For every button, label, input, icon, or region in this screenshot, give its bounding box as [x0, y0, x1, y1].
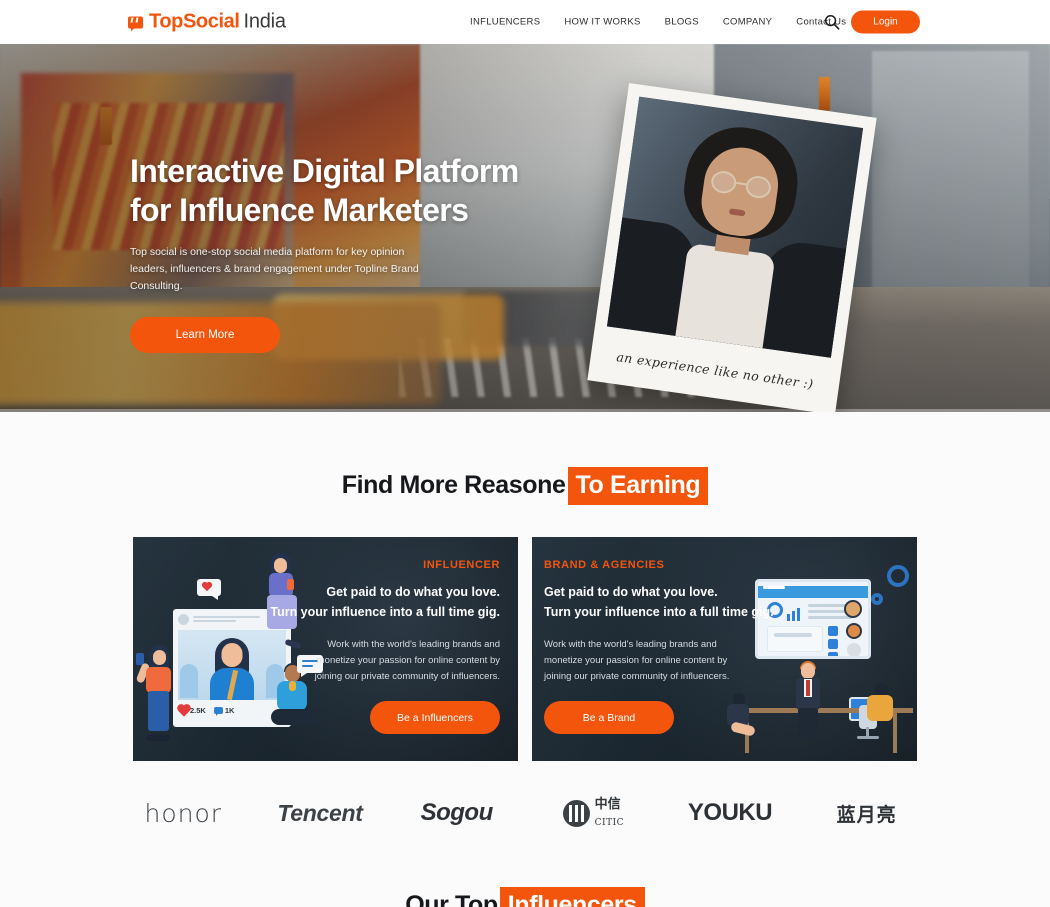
learn-more-button[interactable]: Learn More [130, 317, 280, 354]
influencer-heading-line2: Turn your influence into a full time gig… [270, 605, 500, 620]
citic-mark-icon [562, 799, 590, 827]
logo-suffix-text: India [243, 10, 286, 33]
reasons-title: Find More Reasone To Earning [0, 467, 1050, 505]
heart-icon [178, 704, 190, 717]
be-an-influencer-button[interactable]: Be a Influencers [370, 701, 500, 734]
illustration-person-left [725, 693, 759, 739]
illustration-person-at-desk [857, 683, 903, 739]
influencer-card[interactable]: 2.5K 1K INFLUENCER Get paid to do what y… [133, 537, 518, 761]
brand-card[interactable]: BRAND & AGENCIES Get paid to do what you… [532, 537, 917, 761]
speech-bubble-icon [128, 16, 143, 31]
top-influencers-title-plain: Our Top [405, 891, 498, 907]
brand-card-text: BRAND & AGENCIES Get paid to do what you… [532, 559, 917, 685]
brand-logos-row: honor Tencent Sogou 中信 CITIC YOUKU 蓝月亮 [0, 789, 1050, 837]
brand-logo-bluemoon-text: 蓝月亮 [836, 803, 897, 826]
influencer-card-heading: Get paid to do what you love. Turn your … [149, 582, 500, 623]
be-a-brand-button[interactable]: Be a Brand [544, 701, 674, 734]
site-header: TopSocial India INFLUENCERS HOW IT WORKS… [0, 0, 1050, 44]
influencer-card-text: INFLUENCER Get paid to do what you love.… [133, 559, 518, 685]
brand-logo-citic-cn: 中信 [594, 797, 621, 813]
brand-logo-honor: honor [115, 789, 252, 837]
brand-logo-sogou: Sogou [388, 789, 525, 837]
influencer-card-kicker: INFLUENCER [423, 559, 500, 571]
site-logo[interactable]: TopSocial India [128, 11, 286, 34]
nav-item-blogs[interactable]: BLOGS [665, 17, 699, 28]
hero-title-line2: for Influence Marketers [130, 192, 469, 229]
nav-item-influencers[interactable]: INFLUENCERS [470, 17, 540, 28]
hero-title-line1: Interactive Digital Platform [130, 153, 519, 189]
post-comments: 1K [213, 706, 235, 716]
post-likes-count: 2.5K [190, 706, 206, 715]
brand-heading-line1: Get paid to do what you love. [544, 585, 718, 599]
brand-logo-sogou-text: Sogou [420, 799, 494, 826]
search-icon[interactable] [822, 12, 842, 32]
hero-content: Interactive Digital Platform for Influen… [130, 152, 550, 354]
reasons-title-highlight: To Earning [567, 467, 709, 505]
page-root: TopSocial India INFLUENCERS HOW IT WORKS… [0, 0, 1050, 907]
brand-logo-citic-en: CITIC [594, 818, 625, 828]
reasons-title-plain: Find More Reasone [341, 471, 566, 499]
brand-logo-youku: YOUKU [662, 789, 799, 837]
nav-item-how-it-works[interactable]: HOW IT WORKS [564, 17, 640, 28]
post-likes: 2.5K [178, 704, 206, 717]
brand-card-body: Work with the world's leading brands and… [544, 638, 730, 683]
nav-item-company[interactable]: COMPANY [723, 17, 772, 28]
reason-cards: 2.5K 1K INFLUENCER Get paid to do what y… [0, 537, 1050, 761]
brand-logo-tencent: Tencent [252, 789, 389, 837]
hero-polaroid-card: an experience like no other :) [587, 83, 877, 412]
brand-logo-tencent-text: Tencent [277, 799, 363, 826]
logo-brand-text: TopSocial [149, 10, 240, 33]
brand-logo-citic: 中信 CITIC [525, 789, 662, 837]
post-comments-count: 1K [224, 706, 235, 715]
brand-card-kicker: BRAND & AGENCIES [544, 559, 665, 571]
login-button[interactable]: Login [851, 10, 920, 34]
hero-section: Interactive Digital Platform for Influen… [0, 44, 1050, 412]
main-navigation: INFLUENCERS HOW IT WORKS BLOGS COMPANY C… [470, 17, 846, 28]
top-influencers-title: Our Top Influencers [0, 887, 1050, 907]
top-influencers-section: Our Top Influencers [0, 887, 1050, 907]
influencer-heading-line1: Get paid to do what you love. [326, 585, 500, 599]
brand-card-heading: Get paid to do what you love. Turn your … [544, 582, 901, 623]
reasons-section: Find More Reasone To Earning 2.5K 1K INF… [0, 467, 1050, 761]
hero-title: Interactive Digital Platform for Influen… [130, 152, 550, 230]
polaroid-portrait-photo [607, 96, 864, 358]
influencer-card-body: Work with the world's leading brands and… [314, 638, 500, 683]
brand-heading-line2: Turn your influence into a full time gig… [544, 605, 774, 620]
comment-bubble-icon [213, 707, 223, 716]
hero-subtitle: Top social is one-stop social media plat… [130, 246, 419, 293]
top-influencers-title-highlight: Influencers [499, 887, 645, 907]
brand-logo-youku-text: YOUKU [687, 799, 773, 826]
brand-logo-honor-text: honor [144, 798, 223, 828]
brand-logo-bluemoon: 蓝月亮 [798, 789, 935, 837]
